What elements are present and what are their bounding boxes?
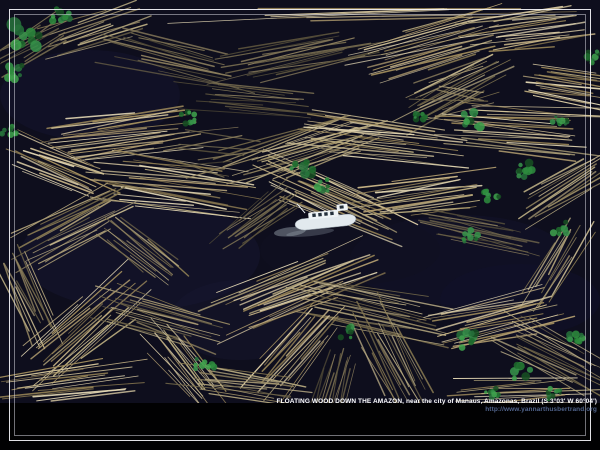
caption: FLOATING WOOD DOWN THE AMAZON, near the …: [276, 398, 597, 413]
wallpaper-photo: FLOATING WOOD DOWN THE AMAZON, near the …: [0, 0, 600, 450]
aerial-log-rafts-photo: [0, 0, 600, 450]
caption-title: FLOATING WOOD DOWN THE AMAZON, near the …: [276, 398, 597, 406]
caption-url: http://www.yannarthusbertrand.org: [276, 406, 597, 414]
